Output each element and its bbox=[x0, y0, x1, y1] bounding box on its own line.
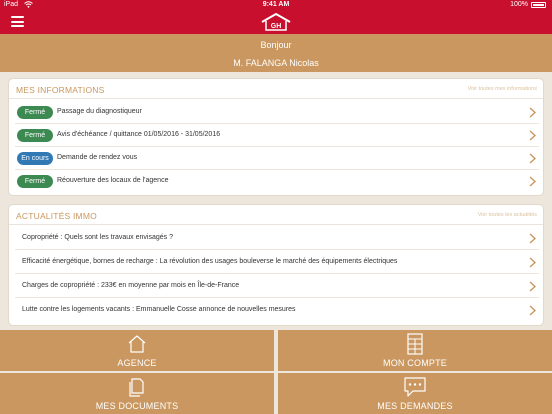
news-text: Copropriété : Quels sont les travaux env… bbox=[22, 234, 173, 241]
see-all-informations-link[interactable]: Voir toutes mes informations bbox=[468, 86, 537, 92]
building-icon bbox=[407, 333, 423, 355]
news-row[interactable]: Efficacité énergétique, bornes de rechar… bbox=[15, 251, 539, 274]
news-text: Efficacité énergétique, bornes de rechar… bbox=[22, 258, 398, 265]
news-row[interactable]: Charges de copropriété : 233€ en moyenne… bbox=[15, 275, 539, 298]
news-row[interactable]: Lutte contre les logements vacants : Emm… bbox=[15, 299, 539, 322]
status-badge: En cours bbox=[17, 152, 53, 165]
information-text: Réouverture des locaux de l'agence bbox=[57, 177, 169, 184]
informations-title: MES INFORMATIONS bbox=[16, 85, 105, 95]
news-text: Lutte contre les logements vacants : Emm… bbox=[22, 306, 296, 313]
informations-header: MES INFORMATIONS Voir toutes mes informa… bbox=[9, 79, 543, 99]
tile-mon-compte-label: MON COMPTE bbox=[383, 358, 447, 368]
information-row[interactable]: Fermé Passage du diagnostiqueur bbox=[15, 101, 539, 124]
tile-agence[interactable]: AGENCE bbox=[0, 330, 274, 371]
house-icon bbox=[128, 335, 146, 353]
documents-icon bbox=[129, 378, 144, 397]
status-badge: Fermé bbox=[17, 106, 53, 119]
house-logo-icon: GH bbox=[258, 12, 294, 32]
tile-mes-demandes[interactable]: MES DEMANDES bbox=[278, 373, 552, 414]
main-menu-tiles: AGENCE MON COMPTE MES DOCUMENTS MES DEMA… bbox=[0, 330, 552, 414]
news-row[interactable]: Copropriété : Quels sont les travaux env… bbox=[15, 227, 539, 250]
news-text: Charges de copropriété : 233€ en moyenne… bbox=[22, 282, 240, 289]
information-row[interactable]: En cours Demande de rendez vous bbox=[15, 147, 539, 170]
hamburger-menu-icon[interactable] bbox=[11, 16, 24, 27]
chevron-right-icon bbox=[529, 233, 537, 244]
user-name: M. FALANGA Nicolas bbox=[233, 58, 319, 68]
chevron-right-icon bbox=[529, 257, 537, 268]
news-title: ACTUALITÉS IMMO bbox=[16, 211, 97, 221]
tile-mes-documents[interactable]: MES DOCUMENTS bbox=[0, 373, 274, 414]
information-text: Passage du diagnostiqueur bbox=[57, 108, 142, 115]
chat-bubble-icon bbox=[404, 377, 426, 397]
chevron-right-icon bbox=[529, 176, 537, 187]
chevron-right-icon bbox=[529, 107, 537, 118]
tile-mes-documents-label: MES DOCUMENTS bbox=[95, 401, 179, 411]
information-text: Demande de rendez vous bbox=[57, 154, 138, 161]
tile-agence-label: AGENCE bbox=[117, 358, 157, 368]
status-badge: Fermé bbox=[17, 129, 53, 142]
app-header: GH bbox=[0, 10, 552, 34]
chevron-right-icon bbox=[529, 281, 537, 292]
news-header: ACTUALITÉS IMMO Voir toutes les actualit… bbox=[9, 205, 543, 225]
chevron-right-icon bbox=[529, 130, 537, 141]
tile-mes-demandes-label: MES DEMANDES bbox=[377, 401, 453, 411]
clock: 9:41 AM bbox=[262, 1, 290, 8]
battery-percent: 100% bbox=[510, 1, 528, 8]
battery-icon bbox=[531, 2, 546, 8]
greeting-banner: Bonjour M. FALANGA Nicolas bbox=[0, 34, 552, 72]
greeting-hello: Bonjour bbox=[260, 40, 292, 50]
logo-text: GH bbox=[271, 23, 282, 30]
tile-mon-compte[interactable]: MON COMPTE bbox=[278, 330, 552, 371]
status-badge: Fermé bbox=[17, 175, 53, 188]
information-text: Avis d'échéance / quittance 01/05/2016 -… bbox=[57, 131, 221, 138]
information-row[interactable]: Fermé Avis d'échéance / quittance 01/05/… bbox=[15, 124, 539, 147]
chevron-right-icon bbox=[529, 153, 537, 164]
information-row[interactable]: Fermé Réouverture des locaux de l'agence bbox=[15, 170, 539, 193]
news-card: ACTUALITÉS IMMO Voir toutes les actualit… bbox=[8, 204, 544, 326]
see-all-news-link[interactable]: Voir toutes les actualités bbox=[478, 212, 537, 218]
informations-card: MES INFORMATIONS Voir toutes mes informa… bbox=[8, 78, 544, 196]
status-bar: iPad 9:41 AM 100% bbox=[0, 0, 552, 10]
chevron-right-icon bbox=[529, 305, 537, 316]
